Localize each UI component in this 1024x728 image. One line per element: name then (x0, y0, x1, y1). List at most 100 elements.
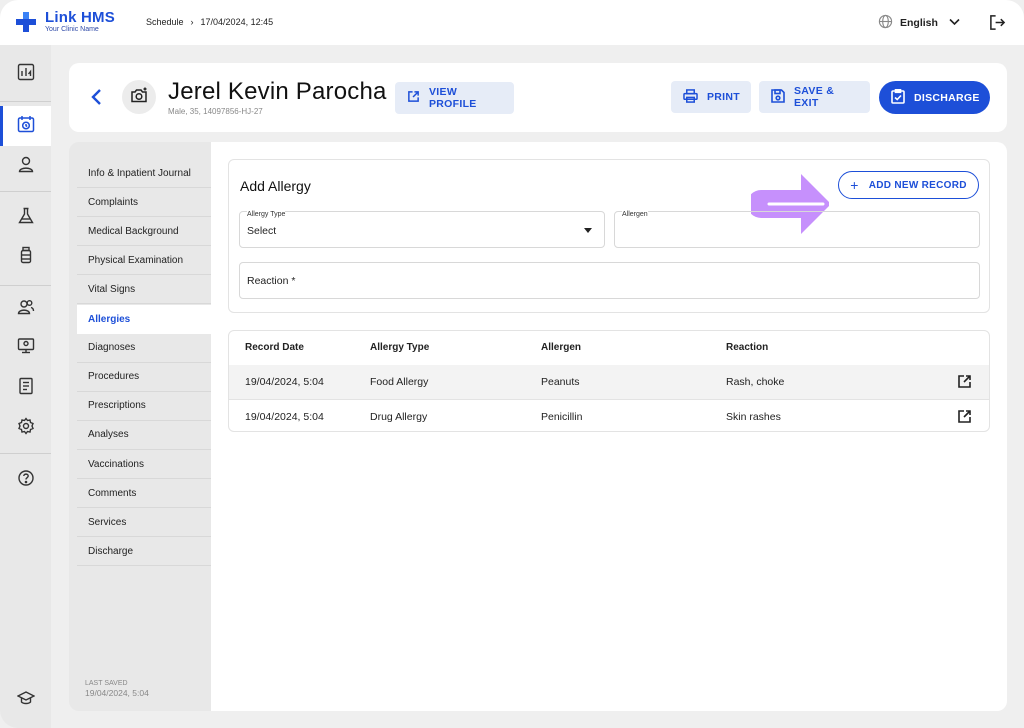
breadcrumb-separator: › (190, 17, 194, 27)
rail-schedule[interactable] (0, 106, 51, 146)
nav-item-vaccinations[interactable]: Vaccinations (77, 450, 211, 479)
reaction-field[interactable]: Reaction * (239, 262, 980, 299)
rail-settings[interactable] (0, 408, 51, 448)
nav-item-complaints[interactable]: Complaints (77, 188, 211, 218)
medicine-bottle-icon (17, 246, 35, 269)
breadcrumb: Schedule › 17/04/2024, 12:45 (146, 17, 273, 27)
save-exit-label: SAVE & EXIT (794, 85, 835, 109)
add-new-record-button[interactable]: + ADD NEW RECORD (838, 171, 979, 199)
logo-cross-icon (16, 12, 36, 32)
back-arrow-icon[interactable] (89, 87, 105, 112)
nav-item-vital-signs[interactable]: Vital Signs (77, 275, 211, 305)
logout-icon[interactable] (989, 14, 1006, 36)
nav-item-discharge[interactable]: Discharge (77, 537, 211, 567)
nav-item-prescriptions[interactable]: Prescriptions (77, 392, 211, 421)
reaction-placeholder: Reaction * (247, 275, 296, 287)
chevron-down-icon (949, 17, 960, 29)
add-photo-button[interactable] (122, 80, 156, 114)
edit-record-icon[interactable] (957, 409, 972, 427)
cell-allergen: Peanuts (541, 376, 580, 388)
table-row[interactable]: 19/04/2024, 5:04 Drug Allergy Penicillin… (229, 399, 989, 431)
icon-rail (0, 45, 51, 728)
rail-pharmacy[interactable] (0, 237, 51, 277)
nav-item-analyses[interactable]: Analyses (77, 421, 211, 450)
language-label: English (900, 17, 938, 29)
nav-item-comments[interactable]: Comments (77, 479, 211, 509)
nav-item-physical-examination[interactable]: Physical Examination (77, 246, 211, 276)
monitor-icon (17, 337, 35, 360)
patient-name: Jerel Kevin Parocha (168, 78, 387, 105)
print-label: PRINT (707, 91, 740, 103)
printer-icon (683, 88, 698, 106)
nav-item-services[interactable]: Services (77, 508, 211, 538)
lab-flask-icon (17, 207, 35, 230)
patient-header: Jerel Kevin Parocha Male, 35, 14097856-H… (69, 63, 1007, 132)
rail-lab[interactable] (0, 198, 51, 238)
main-content: Add Allergy + ADD NEW RECORD Allergy Typ… (211, 142, 1007, 711)
rail-dashboard[interactable] (0, 54, 51, 94)
cell-record-date: 19/04/2024, 5:04 (245, 376, 324, 388)
rail-users[interactable] (0, 146, 51, 186)
app-frame: Link HMS Your Clinic Name Schedule › 17/… (0, 0, 1024, 728)
view-profile-button[interactable]: VIEW PROFILE (395, 82, 514, 114)
allergy-type-value: Select (247, 225, 277, 237)
user-icon (17, 155, 35, 178)
nav-item-info-inpatient-journal[interactable]: Info & Inpatient Journal (77, 159, 211, 188)
section-nav: LAST SAVED 19/04/2024, 5:04 Info & Inpat… (69, 142, 211, 711)
patient-meta: Male, 35, 14097856-HJ-27 (168, 107, 263, 116)
clinic-name: Your Clinic Name (45, 26, 99, 33)
rail-reports[interactable] (0, 368, 51, 408)
last-saved: LAST SAVED 19/04/2024, 5:04 (85, 679, 149, 699)
cell-allergy-type: Food Allergy (370, 376, 429, 388)
breadcrumb-current: 17/04/2024, 12:45 (200, 17, 274, 27)
app-name: Link HMS (45, 9, 115, 26)
breadcrumb-schedule[interactable]: Schedule (146, 17, 184, 27)
table-row[interactable]: 19/04/2024, 5:04 Food Allergy Peanuts Ra… (229, 365, 989, 399)
nav-item-medical-background[interactable]: Medical Background (77, 217, 211, 247)
camera-plus-icon (130, 87, 148, 108)
calendar-icon (17, 115, 35, 138)
app-logo[interactable]: Link HMS Your Clinic Name (16, 10, 115, 33)
nav-item-diagnoses[interactable]: Diagnoses (77, 334, 211, 363)
nav-item-allergies[interactable]: Allergies (77, 304, 211, 334)
language-selector[interactable]: English (878, 14, 960, 32)
save-exit-button[interactable]: SAVE & EXIT (759, 81, 870, 113)
allergy-type-label: Allergy Type (247, 211, 286, 218)
settings-icon (17, 416, 35, 440)
external-link-icon (407, 90, 420, 106)
graduation-cap-icon (15, 689, 36, 712)
form-title: Add Allergy (240, 178, 311, 194)
last-saved-label: LAST SAVED (85, 680, 128, 687)
globe-icon (878, 14, 893, 32)
add-new-record-label: ADD NEW RECORD (868, 179, 967, 191)
report-icon (17, 377, 35, 400)
allergy-table: Record Date Allergy Type Allergen Reacti… (228, 330, 990, 432)
rail-academy[interactable] (0, 680, 51, 720)
edit-record-icon[interactable] (957, 374, 972, 392)
rail-help[interactable] (0, 460, 51, 500)
discharge-label: DISCHARGE (914, 91, 980, 104)
header-reaction: Reaction (726, 342, 769, 353)
header-allergen: Allergen (541, 342, 582, 353)
discharge-button[interactable]: DISCHARGE (879, 81, 990, 114)
rail-monitor[interactable] (0, 328, 51, 368)
patients-icon (17, 298, 35, 321)
cell-allergy-type: Drug Allergy (370, 411, 428, 423)
rail-patients[interactable] (0, 289, 51, 329)
plus-icon: + (850, 177, 859, 193)
view-profile-label: VIEW PROFILE (429, 86, 477, 110)
allergen-label: Allergen (622, 211, 648, 218)
cell-reaction: Skin rashes (726, 411, 781, 423)
save-disk-icon (771, 88, 785, 106)
allergen-field[interactable]: Allergen (614, 211, 980, 248)
header-allergy-type: Allergy Type (370, 342, 430, 353)
print-button[interactable]: PRINT (671, 81, 751, 113)
cell-record-date: 19/04/2024, 5:04 (245, 411, 324, 423)
dropdown-caret-icon (584, 228, 592, 233)
last-saved-date: 19/04/2024, 5:04 (85, 688, 149, 699)
allergy-type-select[interactable]: Allergy Type Select (239, 211, 605, 248)
add-allergy-form: Add Allergy + ADD NEW RECORD Allergy Typ… (228, 159, 990, 313)
cell-allergen: Penicillin (541, 411, 583, 423)
help-icon (17, 469, 35, 492)
nav-item-procedures[interactable]: Procedures (77, 363, 211, 392)
